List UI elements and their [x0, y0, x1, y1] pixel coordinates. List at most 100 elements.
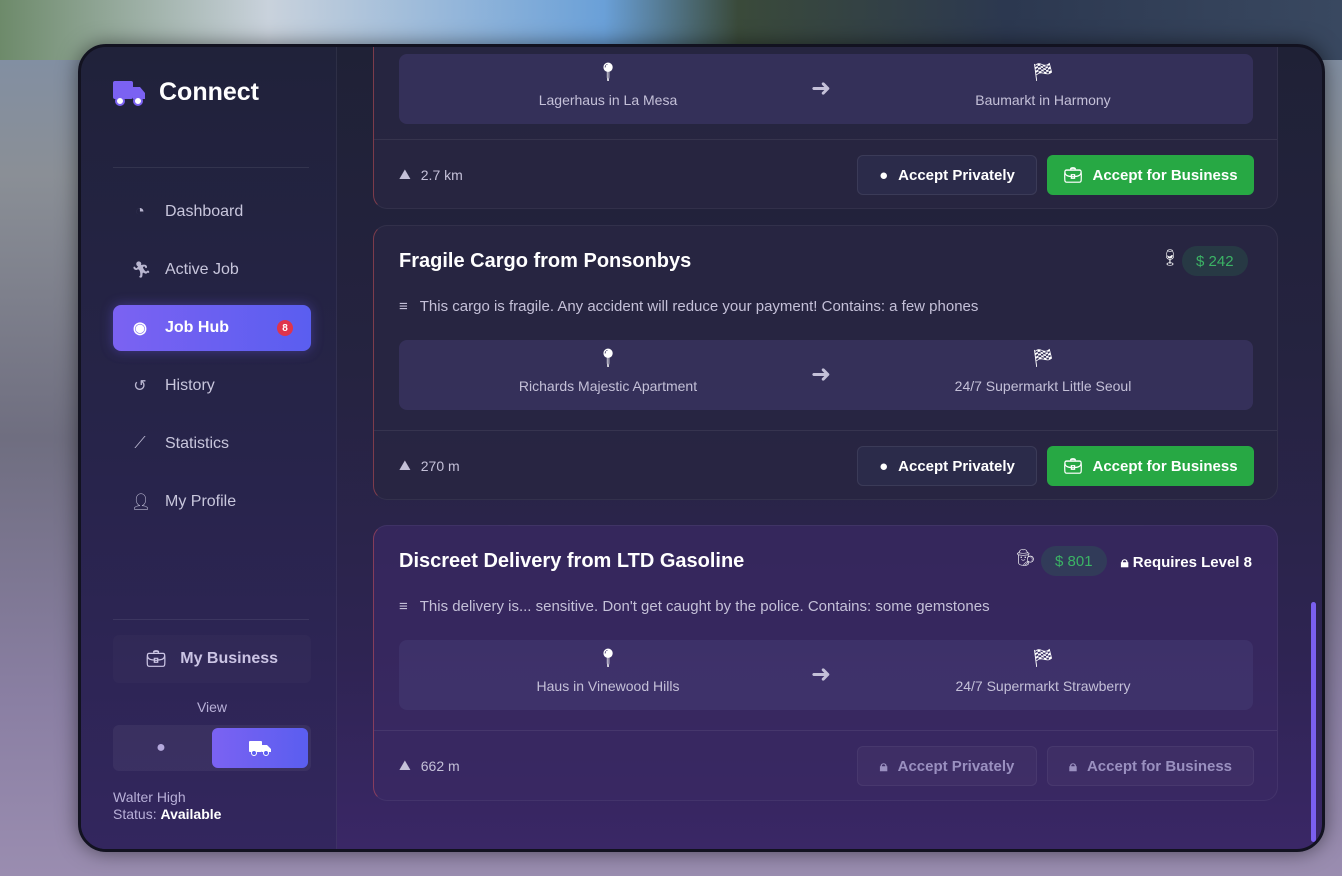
- job-footer: ⛰︎ 2.7 km ● Accept Privately 💼︎ Accept for …: [374, 139, 1277, 209]
- distance: ⛰︎ 2.7 km: [399, 166, 463, 183]
- map-pin-icon: 📍︎: [596, 62, 620, 82]
- view-truck-button[interactable]: [212, 728, 308, 768]
- destination-label: Baumarkt in Harmony: [975, 92, 1111, 108]
- payment-badge: $ 801: [1041, 546, 1107, 576]
- road-icon: ⛰︎: [399, 166, 411, 182]
- user-cog-icon: 👤︎: [131, 494, 152, 511]
- requirement-text: Requires Level 8: [1132, 554, 1252, 571]
- level-requirement: 🔒︎ Requires Level 8: [1121, 554, 1252, 571]
- road-icon: ⛰︎: [399, 757, 411, 773]
- route-destination: 🏁︎ Baumarkt in Harmony: [893, 62, 1193, 108]
- compass-icon: ◉: [133, 320, 147, 337]
- accept-for-business-button-locked[interactable]: 🔒︎ Accept for Business: [1047, 746, 1254, 786]
- app-title: Connect: [159, 77, 259, 106]
- button-label: Accept for Business: [1092, 166, 1238, 184]
- distance: ⛰︎ 270 m: [399, 457, 460, 474]
- button-label: Accept Privately: [898, 457, 1015, 475]
- checkered-flag-icon: 🏁︎: [1031, 648, 1055, 668]
- connect-app-window: Connect ◔ Dashboard 🏃︎ Active Job ◉ Job Hub…: [78, 44, 1325, 852]
- sidebar-item-active-job[interactable]: 🏃︎ Active Job: [113, 247, 311, 293]
- my-business-button[interactable]: 💼︎ My Business: [113, 635, 311, 683]
- route-origin: 📍︎ Lagerhaus in La Mesa: [458, 62, 758, 108]
- arrow-right-icon: ➜: [811, 361, 832, 388]
- truck-icon: [249, 741, 271, 756]
- job-title: Discreet Delivery from LTD Gasoline: [399, 550, 745, 572]
- sidebar-item-label: Active Job: [165, 261, 239, 278]
- sidebar-item-label: Dashboard: [165, 203, 244, 220]
- lock-icon: 🔒︎: [1120, 554, 1129, 571]
- scrollbar-thumb[interactable]: [1311, 602, 1316, 842]
- description-text: This cargo is fragile. Any accident will…: [419, 298, 979, 315]
- briefcase-icon: 💼︎: [1063, 167, 1083, 184]
- destination-label: 24/7 Supermarkt Strawberry: [955, 678, 1131, 694]
- sidebar-item-dashboard[interactable]: ◔ Dashboard: [113, 189, 311, 235]
- status-value: Available: [160, 806, 222, 822]
- job-title: Fragile Cargo from Ponsonbys: [399, 250, 692, 272]
- briefcase-icon: 💼︎: [145, 651, 167, 668]
- notification-badge: 8: [277, 320, 293, 336]
- route-origin: 📍︎ Haus in Vinewood Hills: [458, 648, 758, 694]
- route-origin: 📍︎ Richards Majestic Apartment: [458, 348, 758, 394]
- sidebar-item-label: Job Hub: [165, 319, 229, 336]
- job-card: Fragile Cargo from Ponsonbys 🍷︎ $ 242 ≡ T…: [373, 225, 1278, 500]
- chart-line-icon: ⟋: [134, 435, 146, 452]
- running-icon: 🏃︎: [131, 262, 152, 279]
- route: 📍︎ Lagerhaus in La Mesa ➜ 🏁︎ Baumarkt in H…: [399, 54, 1253, 124]
- job-description: ≡ This delivery is... sensitive. Don't ge…: [399, 598, 990, 615]
- button-label: Accept Privately: [898, 166, 1015, 184]
- truck-icon: [113, 81, 145, 106]
- job-list: 📍︎ Lagerhaus in La Mesa ➜ 🏁︎ Baumarkt in H…: [337, 47, 1322, 849]
- description-text: This delivery is... sensitive. Don't get…: [419, 598, 990, 615]
- view-toggle: ●: [113, 725, 311, 771]
- route: 📍︎ Richards Majestic Apartment ➜ 🏁︎ 24/7 S…: [399, 340, 1253, 410]
- destination-label: 24/7 Supermarkt Little Seoul: [954, 378, 1132, 394]
- text-align-icon: ≡: [399, 298, 408, 315]
- job-footer: ⛰︎ 662 m 🔒︎ Accept Privately 🔒︎ Accept for …: [374, 730, 1277, 800]
- text-align-icon: ≡: [399, 598, 408, 615]
- sidebar-item-label: Statistics: [165, 435, 230, 452]
- lock-icon: 🔒︎: [1068, 757, 1077, 775]
- view-person-button[interactable]: ●: [113, 725, 209, 771]
- sidebar-item-my-profile[interactable]: 👤︎ My Profile: [113, 479, 311, 525]
- distance-value: 662 m: [420, 757, 460, 774]
- gauge-icon: ◔: [135, 203, 145, 220]
- distance-value: 270 m: [420, 457, 460, 474]
- button-label: Accept for Business: [1086, 757, 1233, 775]
- briefcase-icon: 💼︎: [1063, 458, 1083, 475]
- accept-privately-button[interactable]: ● Accept Privately: [857, 446, 1037, 486]
- map-pin-icon: 📍︎: [596, 648, 620, 668]
- arrow-right-icon: ➜: [811, 661, 832, 688]
- origin-label: Lagerhaus in La Mesa: [538, 92, 678, 108]
- job-description: ≡ This cargo is fragile. Any accident wil…: [399, 298, 978, 315]
- distance-value: 2.7 km: [420, 166, 463, 183]
- my-business-label: My Business: [180, 650, 279, 667]
- checkered-flag-icon: 🏁︎: [1031, 62, 1055, 82]
- route-destination: 🏁︎ 24/7 Supermarkt Strawberry: [893, 648, 1193, 694]
- arrow-right-icon: ➜: [811, 75, 832, 102]
- sidebar-item-job-hub[interactable]: ◉ Job Hub 8: [113, 305, 311, 351]
- accept-privately-button-locked[interactable]: 🔒︎ Accept Privately: [857, 746, 1037, 786]
- user-name: Walter High: [113, 789, 186, 805]
- accept-for-business-button[interactable]: 💼︎ Accept for Business: [1047, 155, 1254, 195]
- sidebar: Connect ◔ Dashboard 🏃︎ Active Job ◉ Job Hub…: [81, 47, 337, 849]
- user-info: Walter High Status: Available: [113, 789, 221, 823]
- accept-privately-button[interactable]: ● Accept Privately: [857, 155, 1037, 195]
- sidebar-item-history[interactable]: ↺ History: [113, 363, 311, 409]
- wine-glass-icon: 🍷︎: [1160, 250, 1181, 267]
- history-icon: ↺: [133, 378, 147, 395]
- payment-badge: $ 242: [1182, 246, 1248, 276]
- user-secret-icon: 🕵︎: [1015, 550, 1036, 567]
- accept-for-business-button[interactable]: 💼︎ Accept for Business: [1047, 446, 1254, 486]
- road-icon: ⛰︎: [399, 457, 411, 473]
- sidebar-item-label: My Profile: [165, 493, 237, 510]
- sidebar-item-statistics[interactable]: ⟋ Statistics: [113, 421, 311, 467]
- divider: [113, 167, 309, 168]
- app-logo: Connect: [111, 77, 259, 107]
- sidebar-item-label: History: [165, 377, 215, 394]
- origin-label: Richards Majestic Apartment: [518, 378, 698, 394]
- button-label: Accept Privately: [897, 757, 1015, 775]
- distance: ⛰︎ 662 m: [399, 757, 460, 774]
- job-card: Discreet Delivery from LTD Gasoline 🕵︎ $…: [373, 525, 1278, 801]
- button-label: Accept for Business: [1092, 457, 1238, 475]
- route-destination: 🏁︎ 24/7 Supermarkt Little Seoul: [893, 348, 1193, 394]
